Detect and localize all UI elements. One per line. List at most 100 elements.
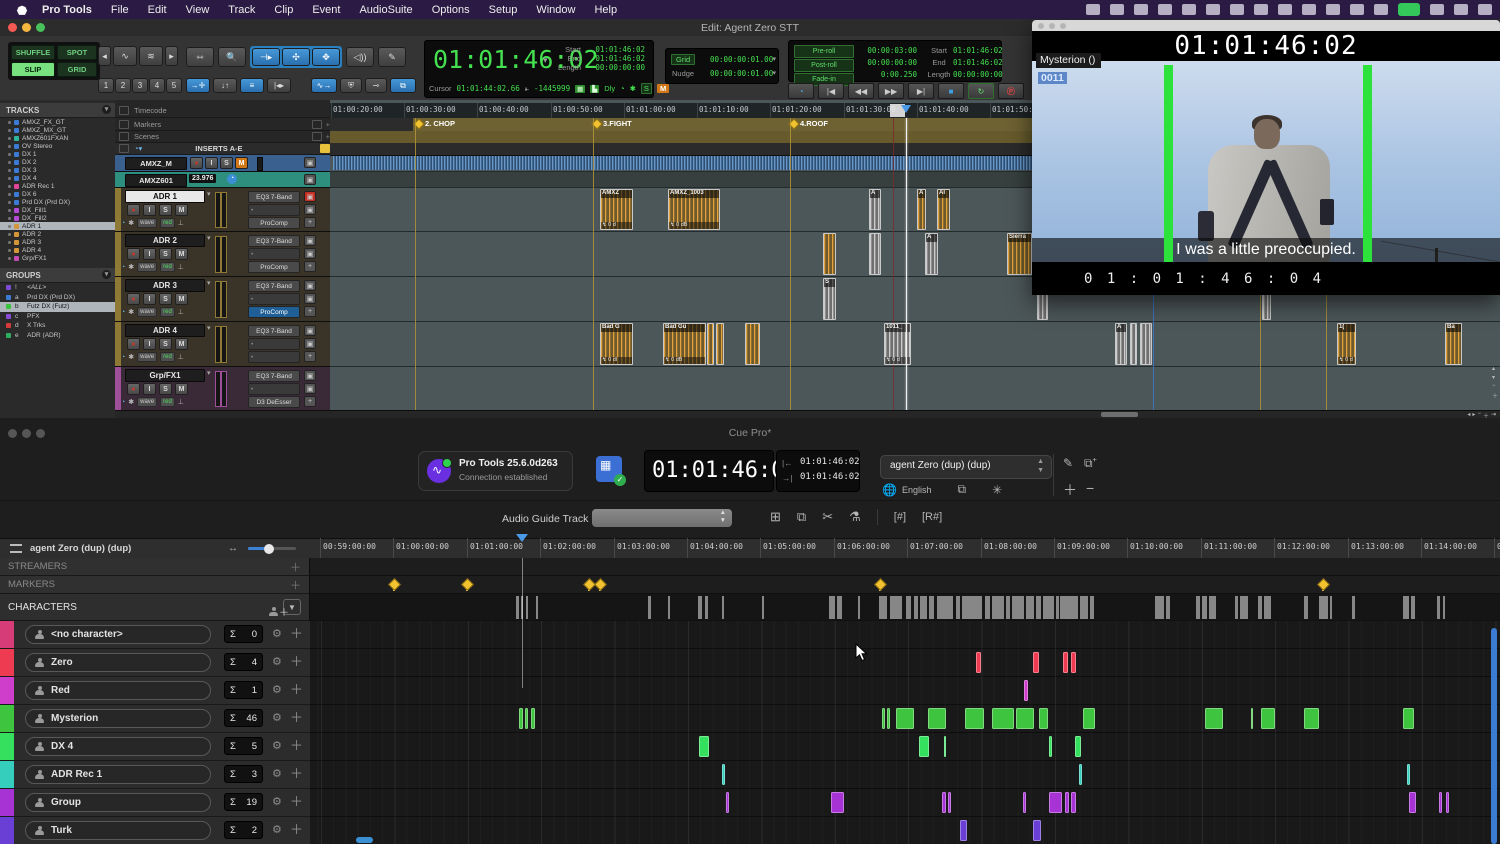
character-name-pill[interactable]: <no character> xyxy=(25,625,211,644)
playlist-pill[interactable]: red xyxy=(160,352,175,362)
grid-value[interactable]: 00:00:00:01.00 xyxy=(710,55,773,64)
playlist-pill[interactable]: red xyxy=(160,218,175,228)
cue-marker-diamond-icon[interactable] xyxy=(388,578,401,591)
wave-view-pill[interactable]: wave xyxy=(137,262,157,272)
streamers-row[interactable]: STREAMERS＋ xyxy=(0,558,310,576)
target-button[interactable]: ▣ xyxy=(304,370,316,381)
cue-h-scroll-thumb[interactable] xyxy=(356,837,373,843)
sidebar-track-adr-1[interactable]: ADR 1 xyxy=(0,222,115,230)
group-c[interactable]: cPFX xyxy=(0,312,115,322)
track-header-grp-fx1[interactable]: Grp/FX1▾●ISM◔✱wavered⊥EQ3 7-Band•D3 DeEs… xyxy=(115,367,330,411)
grabber-tool-icon[interactable]: ✥ xyxy=(312,48,340,66)
audio-clip[interactable]: Sierra xyxy=(1007,233,1032,275)
cue-block[interactable] xyxy=(1023,792,1026,813)
window-button[interactable]: ▣ xyxy=(304,204,316,215)
zoom-out-arrow-icon[interactable]: ◂ xyxy=(98,46,111,66)
wave-view-pill[interactable]: wave xyxy=(137,218,157,228)
insert-slot-2[interactable]: • xyxy=(248,248,300,260)
cue-block[interactable] xyxy=(722,764,725,785)
spiral-icon[interactable] xyxy=(1206,4,1220,15)
scenes-ruler-label[interactable]: Scenes + xyxy=(115,131,330,143)
character-settings-icon[interactable]: ⚙ xyxy=(272,740,282,752)
siri-icon[interactable] xyxy=(1374,4,1388,15)
menu-audiosuite[interactable]: AudioSuite xyxy=(359,4,412,16)
scrubber-tool-icon[interactable]: ◁)) xyxy=(346,47,374,67)
menu-clip[interactable]: Clip xyxy=(274,4,293,16)
markers-row[interactable]: MARKERS＋ xyxy=(0,576,310,594)
output-icon[interactable]: ⊥ xyxy=(178,263,184,271)
edit-h-scrollbar[interactable]: ◂▸−＋⇥ xyxy=(330,410,1500,418)
m-button[interactable]: M xyxy=(175,293,188,305)
character-name-pill[interactable]: Turk xyxy=(25,821,211,840)
wave-view-pill[interactable]: wave xyxy=(137,352,157,362)
clock-small-icon[interactable]: ◔ xyxy=(121,309,125,316)
clock-small-icon[interactable]: ◔ xyxy=(121,264,125,271)
s-button[interactable]: S xyxy=(159,293,172,305)
m-badge[interactable]: M xyxy=(657,84,669,93)
group-d[interactable]: dX Trks xyxy=(0,321,115,331)
insert-slot-1[interactable]: EQ3 7-Band xyxy=(248,325,300,337)
camera-icon[interactable] xyxy=(1398,3,1420,16)
audio-clip[interactable]: A xyxy=(917,189,926,230)
remove-take-icon[interactable]: − xyxy=(1086,480,1094,496)
sync-icon[interactable]: ▦ ✓ xyxy=(596,456,622,482)
cloud-icon[interactable] xyxy=(1230,4,1244,15)
cue-block[interactable] xyxy=(948,792,951,813)
cue-block[interactable] xyxy=(1403,708,1414,729)
playlist-pill[interactable]: red xyxy=(160,262,175,272)
insert-slot-3[interactable]: ProComp xyxy=(248,306,300,318)
track-mini-button[interactable]: ▣ xyxy=(304,174,316,185)
character-count[interactable]: Σ2 xyxy=(224,821,263,839)
video-cue-number[interactable]: 0011 xyxy=(1038,72,1067,84)
character-add-cue-icon[interactable]: ＋ xyxy=(290,683,303,697)
cue-block[interactable] xyxy=(1205,708,1223,729)
cue-block[interactable] xyxy=(1407,764,1410,785)
go-to-end-button[interactable]: ▶| xyxy=(908,83,934,99)
menu-pro-tools[interactable]: Pro Tools xyxy=(42,4,92,16)
s-button[interactable]: S xyxy=(159,383,172,395)
clock-small-icon[interactable]: ◔ xyxy=(121,354,125,361)
track-name[interactable]: ADR 4 xyxy=(125,324,205,337)
m-button[interactable]: M xyxy=(175,383,188,395)
character-row-red[interactable]: RedΣ1⚙＋ xyxy=(0,677,310,705)
box-icon[interactable] xyxy=(1278,4,1292,15)
character-row-mysterion[interactable]: MysterionΣ46⚙＋ xyxy=(0,705,310,733)
markers-add-icon[interactable]: ＋ xyxy=(290,577,301,593)
menu-window[interactable]: Window xyxy=(536,4,575,16)
audio-clip[interactable]: 1(↯ 0 d xyxy=(1337,323,1356,365)
character-settings-icon[interactable]: ⚙ xyxy=(272,768,282,780)
teams-icon[interactable] xyxy=(1182,4,1196,15)
character-name-pill[interactable]: Group xyxy=(25,793,211,812)
cue-block[interactable] xyxy=(1016,708,1034,729)
character-row-zero[interactable]: ZeroΣ4⚙＋ xyxy=(0,649,310,677)
record-enable-button[interactable]: ● xyxy=(190,157,203,169)
cuepro-titlebar[interactable]: Cue Pro* xyxy=(0,425,1500,443)
loop-playback-button[interactable]: ↻ xyxy=(968,83,994,99)
character-count[interactable]: Σ4 xyxy=(224,653,263,671)
video-minimize-button[interactable] xyxy=(1049,23,1055,29)
cue-block[interactable] xyxy=(919,736,929,757)
insert-slot-1[interactable]: EQ3 7-Band xyxy=(248,370,300,382)
sidebar-track-amxz601fxan[interactable]: AMXZ601FXAN xyxy=(0,134,115,142)
record-enable-button[interactable]: ● xyxy=(127,383,140,395)
insert-slot-3[interactable]: ProComp xyxy=(248,261,300,273)
cue-block[interactable] xyxy=(1033,652,1039,673)
menu-options[interactable]: Options xyxy=(432,4,470,16)
record-enable-button[interactable]: ● xyxy=(127,204,140,216)
character-row-dx-4[interactable]: DX 4Σ5⚙＋ xyxy=(0,733,310,761)
link-timeline-toggle[interactable]: ⊸ xyxy=(365,78,387,93)
group-b[interactable]: bFutz DX (Futz) xyxy=(0,302,115,312)
character-count[interactable]: Σ0 xyxy=(224,625,263,643)
character-add-cue-icon[interactable]: ＋ xyxy=(290,711,303,725)
i-button[interactable]: I xyxy=(143,293,156,305)
character-settings-icon[interactable]: ⚙ xyxy=(272,628,282,640)
overview-lane[interactable] xyxy=(310,594,1500,621)
shield-yellow-icon[interactable] xyxy=(320,144,330,153)
h-expand-icon[interactable]: ↔ xyxy=(228,543,238,554)
insert-slot-2[interactable]: • xyxy=(248,383,300,395)
cue-block[interactable] xyxy=(1049,792,1062,813)
sidebar-track-dx-fill1[interactable]: DX_Fill1 xyxy=(0,206,115,214)
sidebar-track-adr-3[interactable]: ADR 3 xyxy=(0,238,115,246)
i-button[interactable]: I xyxy=(205,157,218,169)
cue-lanes[interactable] xyxy=(310,621,1500,844)
